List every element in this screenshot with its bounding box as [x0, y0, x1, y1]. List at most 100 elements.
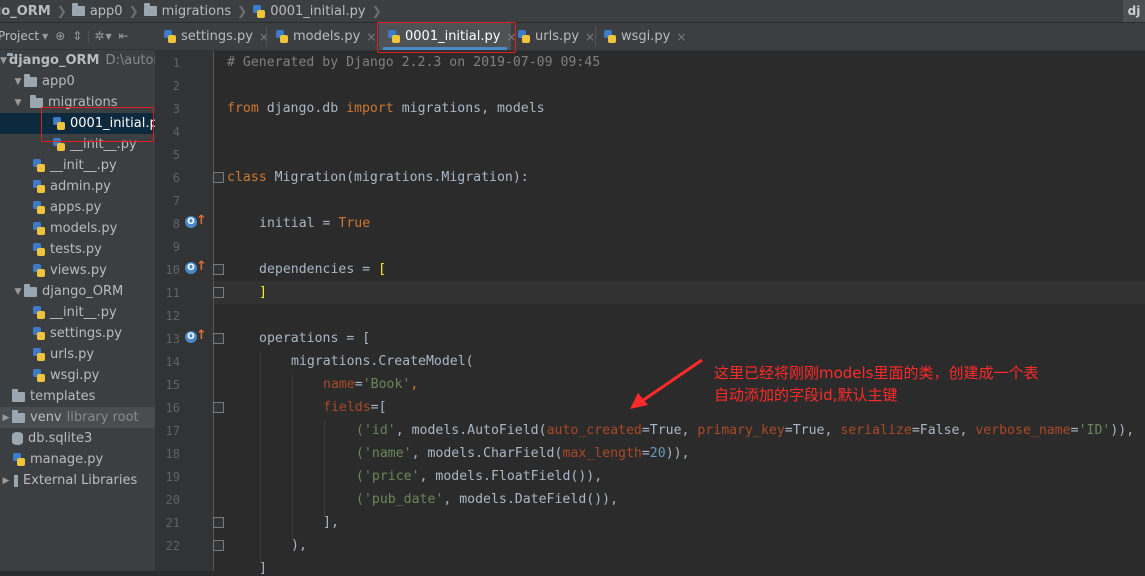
tree-item-db-sqlite3[interactable]: db.sqlite3 — [0, 428, 155, 449]
gear-icon[interactable]: ✲ — [94, 29, 104, 43]
folder-icon — [12, 388, 25, 402]
python-file-icon — [517, 30, 530, 43]
project-view-selector[interactable]: Project — [0, 29, 39, 43]
highlight-box-tree — [41, 107, 154, 142]
module-name: django.db — [258, 101, 347, 116]
line-number: 19 — [165, 470, 180, 484]
tree-item-wsgi[interactable]: wsgi.py — [0, 365, 155, 386]
collapse-all-icon[interactable]: ⇕ — [72, 29, 82, 43]
fold-marker[interactable] — [213, 540, 224, 551]
tree-item-manage[interactable]: manage.py — [0, 449, 155, 470]
keyword-import: import — [346, 101, 394, 116]
python-file-icon — [163, 30, 176, 43]
tree-item-label: __init__.py — [50, 305, 117, 320]
tree-item-tests[interactable]: tests.py — [0, 239, 155, 260]
tree-item-pkg-init[interactable]: __init__.py — [0, 302, 155, 323]
breadcrumb-file[interactable]: 0001_initial.py — [252, 0, 366, 22]
fold-marker[interactable] — [213, 517, 224, 528]
line-number: 7 — [172, 194, 180, 208]
close-icon[interactable]: × — [676, 30, 686, 44]
override-marker[interactable]: O ↑ — [185, 213, 207, 230]
close-icon[interactable]: × — [259, 30, 269, 44]
breadcrumb-project[interactable]: go_ORM — [0, 0, 51, 22]
tree-item-django-orm-root[interactable]: ▼ django_ORM D:\automo — [0, 50, 155, 71]
chevron-down-icon[interactable]: ▼ — [105, 32, 111, 41]
editor-tabs: settings.py × models.py × 0001_initial.p… — [155, 23, 1145, 51]
breadcrumb-file-label: 0001_initial.py — [270, 3, 366, 19]
tree-item-templates[interactable]: templates — [0, 386, 155, 407]
override-marker[interactable]: O ↑ — [185, 328, 207, 345]
code-editor[interactable] — [214, 51, 1145, 571]
tree-item-settings[interactable]: settings.py — [0, 323, 155, 344]
code-line-20: ('pub_date', models.DateField()), — [356, 492, 618, 507]
assignment: initial = — [259, 216, 339, 231]
breadcrumb-project-label: go_ORM — [0, 3, 51, 19]
string-literal: ('price' — [356, 469, 420, 484]
chevron-right-icon: ❯ — [56, 4, 67, 18]
call-expression: , models.FloatField()), — [419, 469, 603, 484]
close-icon[interactable]: × — [366, 30, 376, 44]
tree-item-app0-init[interactable]: __init__.py — [0, 155, 155, 176]
tree-item-models[interactable]: models.py — [0, 218, 155, 239]
chevron-down-icon[interactable]: ▼ — [12, 287, 24, 297]
tab-label: wsgi.py — [621, 29, 671, 44]
tree-item-admin[interactable]: admin.py — [0, 176, 155, 197]
tree-item-venv[interactable]: ▶ venv library root — [0, 407, 155, 428]
breadcrumb-migrations[interactable]: migrations — [143, 0, 231, 22]
line-number: 3 — [172, 102, 180, 116]
close-icon[interactable]: × — [585, 30, 595, 44]
fold-marker[interactable] — [213, 287, 224, 298]
tree-item-views[interactable]: views.py — [0, 260, 155, 281]
python-file-icon — [32, 348, 45, 361]
code-line-21: ], — [323, 515, 339, 530]
tree-item-app0[interactable]: ▼ app0 — [0, 71, 155, 92]
line-number: 10 — [165, 263, 180, 277]
tree-item-label: wsgi.py — [50, 368, 100, 383]
assignment: operations = [ — [259, 331, 371, 346]
tree-item-django-orm-pkg[interactable]: ▼ django_ORM — [0, 281, 155, 302]
keyword-arg: name — [323, 377, 355, 392]
override-marker[interactable]: O ↑ — [185, 259, 207, 276]
arrow-shaft — [641, 358, 703, 403]
tree-item-apps[interactable]: apps.py — [0, 197, 155, 218]
folder-icon — [71, 3, 85, 16]
fold-marker[interactable] — [213, 333, 224, 344]
python-file-icon — [275, 30, 288, 43]
tab-label: models.py — [293, 29, 361, 44]
chevron-down-icon[interactable]: ▼ — [12, 77, 24, 87]
chevron-right-icon[interactable]: ▶ — [0, 476, 12, 486]
chevron-right-icon: ❯ — [371, 4, 382, 18]
divider-icon: | — [86, 29, 91, 43]
tab-settings[interactable]: settings.py × — [163, 23, 269, 50]
python-file-icon — [32, 243, 45, 256]
tree-item-label: tests.py — [50, 242, 102, 257]
tab-wsgi[interactable]: wsgi.py × — [603, 23, 686, 50]
arrow-up-icon: ↑ — [196, 213, 207, 228]
call-expression: , models.CharField( — [411, 446, 563, 461]
hide-panel-icon[interactable]: ⇤ — [119, 29, 129, 43]
chevron-right-icon[interactable]: ▶ — [0, 413, 12, 423]
number-literal: 20 — [649, 446, 666, 461]
tree-item-external-libraries[interactable]: ▶ External Libraries — [0, 470, 155, 491]
tree-item-label: templates — [30, 389, 96, 404]
tab-models[interactable]: models.py × — [275, 23, 376, 50]
chevron-down-icon[interactable]: ▼ — [12, 98, 24, 108]
tree-item-urls[interactable]: urls.py — [0, 344, 155, 365]
chevron-down-icon[interactable]: ▼ — [42, 32, 48, 41]
navigation-bar: go_ORM ❯ app0 ❯ migrations ❯ 0001_initia… — [0, 0, 1145, 23]
chevron-right-icon: ❯ — [237, 4, 248, 18]
chevron-down-icon[interactable]: ▼ — [0, 56, 7, 66]
tab-urls[interactable]: urls.py × — [517, 23, 595, 50]
tree-item-label: venv — [30, 410, 62, 425]
target-icon[interactable]: ⊕ — [55, 29, 65, 43]
breadcrumb-app0[interactable]: app0 — [71, 0, 123, 22]
line-number: 12 — [165, 309, 180, 323]
string-literal: ('pub_date' — [356, 492, 444, 507]
django-icon[interactable]: dj — [1123, 0, 1145, 22]
fold-marker[interactable] — [213, 402, 224, 413]
fold-marker[interactable] — [213, 172, 224, 183]
call-expression: , models.DateField()), — [443, 492, 619, 507]
arrow-head — [630, 393, 648, 409]
highlight-box-tab — [377, 22, 516, 53]
fold-marker[interactable] — [213, 264, 224, 275]
